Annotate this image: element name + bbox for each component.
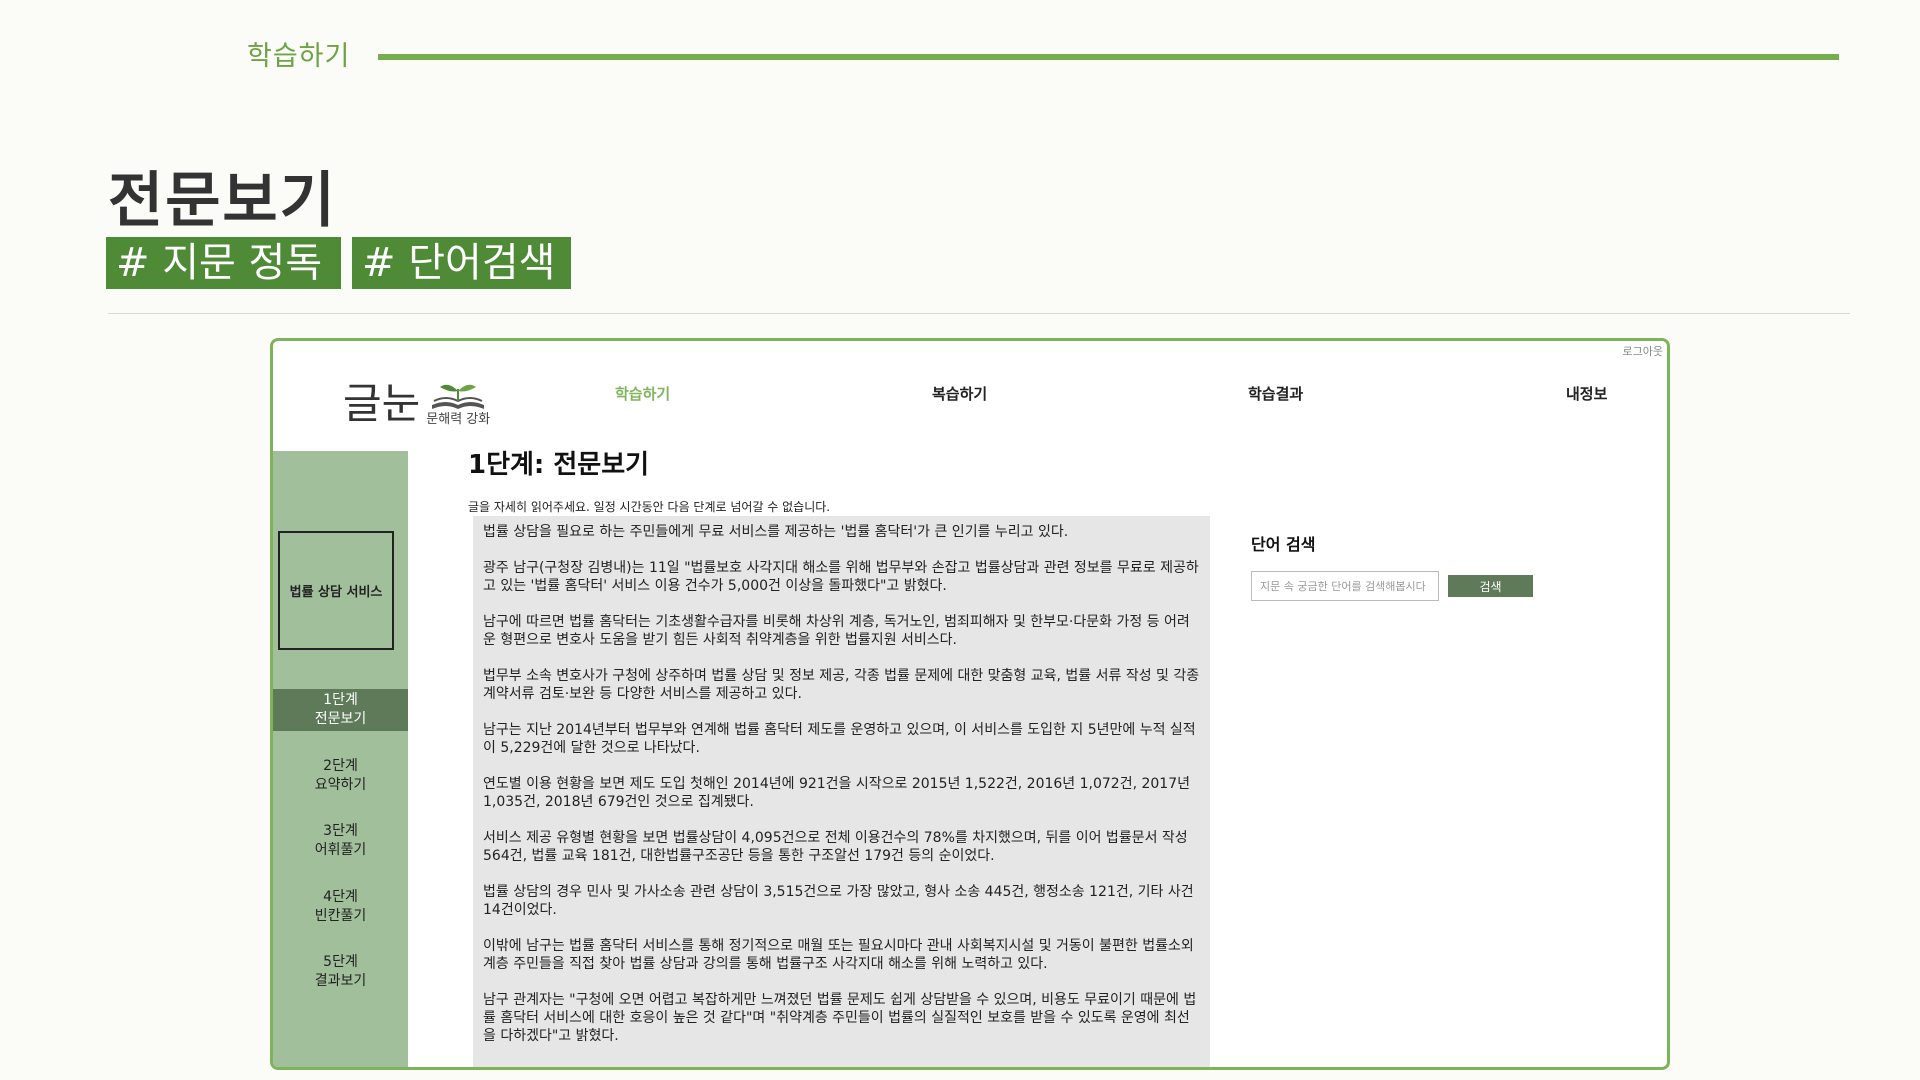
step-number: 3단계 — [323, 823, 358, 839]
topic-box: 법률 상담 서비스 — [278, 531, 394, 650]
logo-subtitle: 문해력 강화 — [426, 412, 491, 427]
logo[interactable]: 글눈 문해력 강화 — [343, 365, 492, 428]
sidebar-step-1[interactable]: 1단계 전문보기 — [273, 689, 408, 731]
step-label: 전문보기 — [314, 711, 367, 727]
book-sprout-icon: 문해력 강화 — [424, 379, 492, 427]
passage-paragraph: 법률 상담의 경우 민사 및 가사소송 관련 상담이 3,515건으로 가장 많… — [483, 884, 1194, 918]
step-number: 1단계 — [323, 692, 358, 708]
passage-paragraph: 남구는 지난 2014년부터 법무부와 연계해 법률 홈닥터 제도를 운영하고 … — [483, 722, 1196, 756]
sidebar: 법률 상담 서비스 1단계 전문보기 2단계 요약하기 3단계 어휘풀기 4단계… — [273, 451, 408, 1067]
passage-paragraph: 광주 남구(구청장 김병내)는 11일 "법률보호 사각지대 해소를 위해 법무… — [483, 560, 1199, 594]
hashtag-reading: # 지문 정독 — [106, 237, 341, 289]
sidebar-step-4[interactable]: 4단계 빈칸풀기 — [273, 886, 408, 928]
nav-learn[interactable]: 학습하기 — [615, 383, 670, 404]
logout-link[interactable]: 로그아웃 — [1623, 343, 1663, 359]
sidebar-step-5[interactable]: 5단계 결과보기 — [273, 951, 408, 993]
instruction-text: 글을 자세히 읽어주세요. 일정 시간동안 다음 단계로 넘어갈 수 없습니다. — [468, 500, 831, 514]
section-label: 학습하기 — [247, 41, 351, 72]
passage[interactable]: 법률 상담을 필요로 하는 주민들에게 무료 서비스를 제공하는 '법률 홈닥터… — [473, 516, 1210, 1067]
passage-paragraph: 연도별 이용 현황을 보면 제도 도입 첫해인 2014년에 921건을 시작으… — [483, 776, 1190, 810]
passage-paragraph: 서비스 제공 유형별 현황을 보면 법률상담이 4,095건으로 전체 이용건수… — [483, 830, 1188, 864]
passage-paragraph: 이밖에 남구는 법률 홈닥터 서비스를 통해 정기적으로 매월 또는 필요시마다… — [483, 938, 1194, 972]
step-label: 결과보기 — [314, 973, 367, 989]
passage-paragraph: 법무부 소속 변호사가 구청에 상주하며 법률 상담 및 정보 제공, 각종 법… — [483, 668, 1200, 702]
step-number: 5단계 — [323, 954, 358, 970]
word-search-title: 단어 검색 — [1251, 535, 1316, 554]
slide: 학습하기 전문보기 # 지문 정독 # 단어검색 로그아웃 글눈 문해력 강화 … — [0, 0, 1920, 1080]
step-label: 요약하기 — [314, 777, 367, 793]
step-number: 4단계 — [323, 889, 358, 905]
passage-paragraph: 남구에 따르면 법률 홈닥터는 기초생활수급자를 비롯해 차상위 계층, 독거노… — [483, 614, 1190, 648]
passage-paragraph: 법률 상담을 필요로 하는 주민들에게 무료 서비스를 제공하는 '법률 홈닥터… — [483, 524, 1069, 540]
slide-title: 전문보기 — [108, 166, 337, 236]
step-label: 빈칸풀기 — [314, 908, 367, 924]
sidebar-step-2[interactable]: 2단계 요약하기 — [273, 755, 408, 797]
passage-paragraph: 남구 관계자는 "구청에 오면 어렵고 복잡하게만 느껴졌던 법률 문제도 쉽게… — [483, 992, 1197, 1044]
section-rule — [378, 54, 1839, 60]
nav-results[interactable]: 학습결과 — [1248, 383, 1303, 404]
word-search-input[interactable] — [1251, 571, 1439, 601]
page-heading: 1단계: 전문보기 — [468, 450, 650, 480]
logo-text: 글눈 — [343, 379, 421, 428]
app-window: 로그아웃 글눈 문해력 강화 학습하기 복습하기 학습결과 내정보 법률 상담 … — [270, 338, 1670, 1070]
nav-my-info[interactable]: 내정보 — [1566, 383, 1607, 404]
nav-review[interactable]: 복습하기 — [932, 383, 987, 404]
search-button[interactable]: 검색 — [1448, 575, 1533, 597]
step-number: 2단계 — [323, 758, 358, 774]
step-label: 어휘풀기 — [314, 842, 367, 858]
divider — [108, 313, 1850, 314]
hashtag-word-search: # 단어검색 — [352, 237, 571, 289]
sidebar-step-3[interactable]: 3단계 어휘풀기 — [273, 820, 408, 862]
